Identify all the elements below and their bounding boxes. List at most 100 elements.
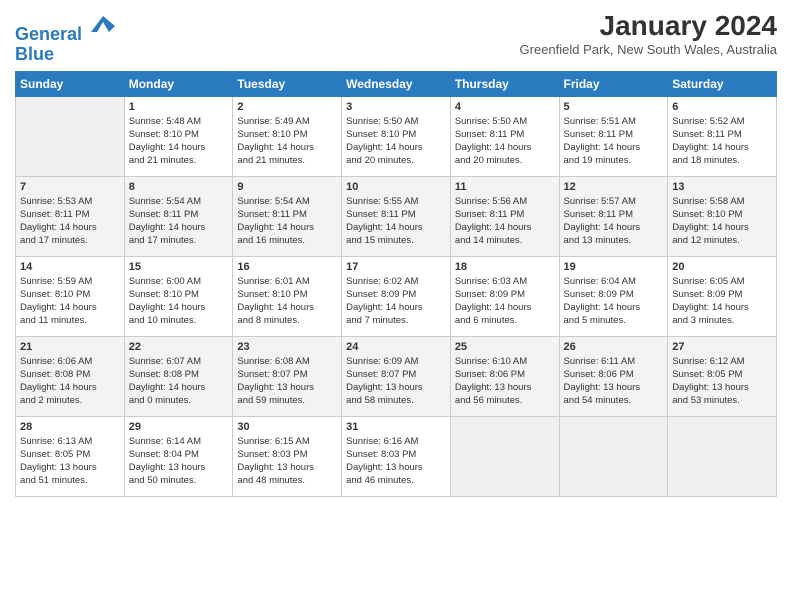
day-number: 4 — [455, 101, 555, 113]
day-cell: 12Sunrise: 5:57 AMSunset: 8:11 PMDayligh… — [559, 176, 668, 256]
day-info-line: Sunset: 8:11 PM — [20, 208, 120, 221]
day-number: 8 — [129, 181, 229, 193]
day-info-line: and 14 minutes. — [455, 234, 555, 247]
day-info-line: Daylight: 13 hours — [346, 461, 446, 474]
day-cell: 19Sunrise: 6:04 AMSunset: 8:09 PMDayligh… — [559, 256, 668, 336]
day-info-line: Sunset: 8:10 PM — [237, 128, 337, 141]
main-title: January 2024 — [520, 10, 777, 42]
day-number: 28 — [20, 421, 120, 433]
day-cell — [668, 416, 777, 496]
day-info-line: and 19 minutes. — [564, 154, 664, 167]
day-number: 18 — [455, 261, 555, 273]
day-info-line: and 20 minutes. — [346, 154, 446, 167]
day-info-line: and 5 minutes. — [564, 314, 664, 327]
day-cell: 17Sunrise: 6:02 AMSunset: 8:09 PMDayligh… — [342, 256, 451, 336]
day-cell: 30Sunrise: 6:15 AMSunset: 8:03 PMDayligh… — [233, 416, 342, 496]
day-info-line: Daylight: 14 hours — [455, 301, 555, 314]
day-info-line: Sunset: 8:11 PM — [346, 208, 446, 221]
calendar-table: SundayMondayTuesdayWednesdayThursdayFrid… — [15, 71, 777, 497]
day-info-line: Daylight: 13 hours — [564, 381, 664, 394]
day-cell: 27Sunrise: 6:12 AMSunset: 8:05 PMDayligh… — [668, 336, 777, 416]
day-info-line: Sunset: 8:11 PM — [564, 208, 664, 221]
weekday-header-row: SundayMondayTuesdayWednesdayThursdayFrid… — [16, 71, 777, 96]
day-info-line: Sunrise: 6:10 AM — [455, 355, 555, 368]
day-cell — [450, 416, 559, 496]
subtitle: Greenfield Park, New South Wales, Austra… — [520, 42, 777, 57]
day-cell: 20Sunrise: 6:05 AMSunset: 8:09 PMDayligh… — [668, 256, 777, 336]
day-info-line: Sunrise: 5:56 AM — [455, 195, 555, 208]
day-info-line: and 56 minutes. — [455, 394, 555, 407]
day-info-line: Sunset: 8:11 PM — [564, 128, 664, 141]
day-info-line: Sunrise: 5:50 AM — [346, 115, 446, 128]
day-info-line: and 8 minutes. — [237, 314, 337, 327]
day-cell — [16, 96, 125, 176]
day-info-line: and 6 minutes. — [455, 314, 555, 327]
day-info-line: Sunset: 8:11 PM — [129, 208, 229, 221]
weekday-monday: Monday — [124, 71, 233, 96]
day-info-line: and 13 minutes. — [564, 234, 664, 247]
day-info-line: Daylight: 14 hours — [346, 141, 446, 154]
day-info-line: Daylight: 14 hours — [237, 301, 337, 314]
day-info-line: and 21 minutes. — [129, 154, 229, 167]
day-info-line: and 46 minutes. — [346, 474, 446, 487]
day-info-line: Daylight: 13 hours — [346, 381, 446, 394]
day-info-line: and 50 minutes. — [129, 474, 229, 487]
day-info-line: Sunrise: 6:08 AM — [237, 355, 337, 368]
day-info-line: Sunrise: 6:02 AM — [346, 275, 446, 288]
day-info-line: Sunrise: 6:13 AM — [20, 435, 120, 448]
day-cell: 1Sunrise: 5:48 AMSunset: 8:10 PMDaylight… — [124, 96, 233, 176]
day-info-line: Daylight: 14 hours — [237, 141, 337, 154]
day-info-line: Sunrise: 6:09 AM — [346, 355, 446, 368]
day-info-line: and 17 minutes. — [20, 234, 120, 247]
weekday-wednesday: Wednesday — [342, 71, 451, 96]
day-cell: 24Sunrise: 6:09 AMSunset: 8:07 PMDayligh… — [342, 336, 451, 416]
day-info-line: and 3 minutes. — [672, 314, 772, 327]
day-info-line: and 18 minutes. — [672, 154, 772, 167]
title-block: January 2024 Greenfield Park, New South … — [520, 10, 777, 57]
day-number: 25 — [455, 341, 555, 353]
day-number: 31 — [346, 421, 446, 433]
day-number: 19 — [564, 261, 664, 273]
day-number: 3 — [346, 101, 446, 113]
day-info-line: and 48 minutes. — [237, 474, 337, 487]
day-cell: 25Sunrise: 6:10 AMSunset: 8:06 PMDayligh… — [450, 336, 559, 416]
day-info-line: Daylight: 14 hours — [564, 141, 664, 154]
day-cell: 26Sunrise: 6:11 AMSunset: 8:06 PMDayligh… — [559, 336, 668, 416]
day-number: 10 — [346, 181, 446, 193]
day-number: 15 — [129, 261, 229, 273]
day-info-line: Sunrise: 6:03 AM — [455, 275, 555, 288]
day-info-line: and 0 minutes. — [129, 394, 229, 407]
day-info-line: Sunrise: 6:11 AM — [564, 355, 664, 368]
day-info-line: Sunset: 8:10 PM — [346, 128, 446, 141]
day-info-line: Daylight: 14 hours — [455, 141, 555, 154]
day-info-line: Sunrise: 5:55 AM — [346, 195, 446, 208]
day-info-line: Daylight: 14 hours — [129, 221, 229, 234]
day-cell: 18Sunrise: 6:03 AMSunset: 8:09 PMDayligh… — [450, 256, 559, 336]
day-number: 29 — [129, 421, 229, 433]
day-info-line: Daylight: 14 hours — [672, 141, 772, 154]
weekday-tuesday: Tuesday — [233, 71, 342, 96]
day-info-line: Sunrise: 6:15 AM — [237, 435, 337, 448]
day-number: 27 — [672, 341, 772, 353]
day-info-line: Sunset: 8:10 PM — [129, 128, 229, 141]
logo-blue: Blue — [15, 45, 117, 65]
day-info-line: Daylight: 13 hours — [129, 461, 229, 474]
day-info-line: Sunrise: 6:14 AM — [129, 435, 229, 448]
day-number: 5 — [564, 101, 664, 113]
day-info-line: Sunset: 8:09 PM — [672, 288, 772, 301]
day-number: 6 — [672, 101, 772, 113]
day-info-line: Sunset: 8:03 PM — [346, 448, 446, 461]
day-number: 26 — [564, 341, 664, 353]
day-info-line: Sunrise: 6:12 AM — [672, 355, 772, 368]
day-info-line: Daylight: 14 hours — [346, 301, 446, 314]
day-info-line: Sunset: 8:03 PM — [237, 448, 337, 461]
week-row-3: 14Sunrise: 5:59 AMSunset: 8:10 PMDayligh… — [16, 256, 777, 336]
day-number: 21 — [20, 341, 120, 353]
day-info-line: Sunrise: 6:16 AM — [346, 435, 446, 448]
day-info-line: Sunrise: 5:58 AM — [672, 195, 772, 208]
week-row-5: 28Sunrise: 6:13 AMSunset: 8:05 PMDayligh… — [16, 416, 777, 496]
day-number: 13 — [672, 181, 772, 193]
day-info-line: Sunrise: 5:52 AM — [672, 115, 772, 128]
day-info-line: Sunrise: 5:59 AM — [20, 275, 120, 288]
day-info-line: Sunrise: 5:54 AM — [129, 195, 229, 208]
